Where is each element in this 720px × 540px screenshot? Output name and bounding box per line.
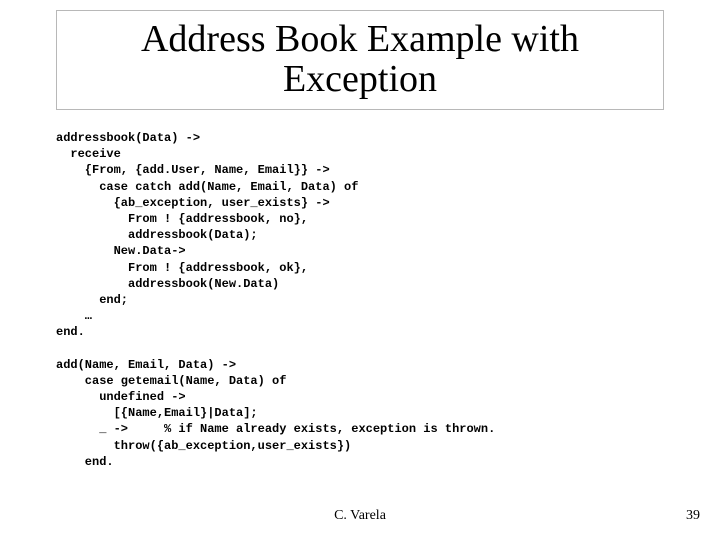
page-number: 39: [686, 508, 700, 524]
footer-author: C. Varela: [0, 508, 720, 524]
slide-title-line1: Address Book Example with: [57, 20, 663, 60]
slide-title-box: Address Book Example with Exception: [56, 10, 664, 110]
slide: Address Book Example with Exception addr…: [0, 0, 720, 540]
slide-title-line2: Exception: [57, 60, 663, 100]
code-listing: addressbook(Data) -> receive {From, {add…: [56, 130, 676, 470]
